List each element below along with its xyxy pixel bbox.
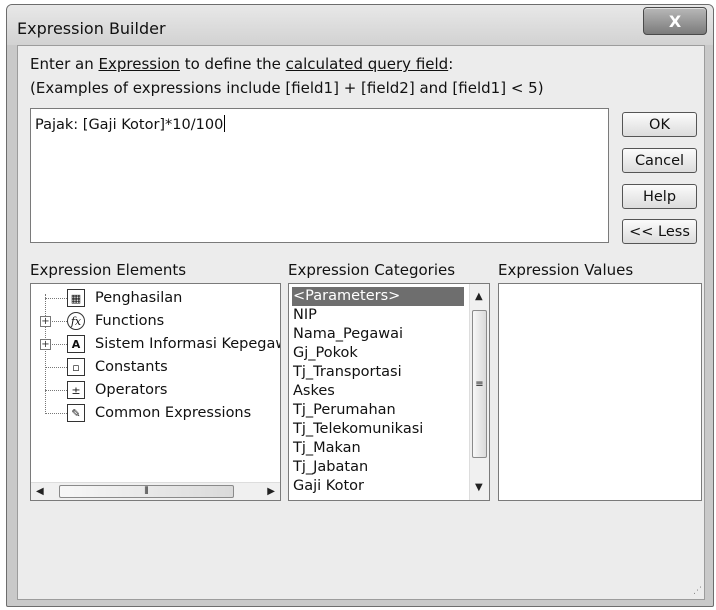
help-button[interactable]: Help (622, 184, 697, 209)
category-item[interactable]: Askes (292, 382, 335, 401)
query-icon: ▦ (67, 289, 85, 307)
expression-builder-window: Expression Builder X Enter an Expression… (6, 4, 714, 607)
tree-item-database[interactable]: + A Sistem Informasi Kepegaw (31, 333, 281, 355)
scroll-right-icon[interactable]: ▶ (267, 486, 275, 497)
category-item[interactable]: Tj_Perumahan (292, 401, 396, 420)
text-caret (224, 115, 226, 132)
tree-item-constants[interactable]: ▫ Constants (31, 356, 271, 378)
close-button[interactable]: X (643, 7, 707, 35)
expression-categories-label: Expression Categories (288, 261, 456, 279)
tree-connector (52, 344, 67, 345)
operators-icon: ± (67, 381, 85, 399)
tree-connector (45, 298, 67, 299)
scroll-down-icon[interactable]: ▼ (475, 482, 483, 493)
common-expressions-icon: ✎ (67, 404, 85, 422)
category-item[interactable]: Tj_Transportasi (292, 363, 402, 382)
tree-item-label: Constants (95, 359, 168, 375)
tree-item-common-expressions[interactable]: ✎ Common Expressions (31, 402, 271, 424)
tree-connector (45, 367, 67, 368)
tree-item-label: Operators (95, 382, 168, 398)
category-item[interactable]: Tj_Makan (292, 439, 361, 458)
tree-connector (52, 321, 67, 322)
expand-icon[interactable]: + (40, 339, 51, 350)
dialog-body: Enter an Expression to define the calcul… (17, 45, 705, 600)
less-button[interactable]: << Less (622, 219, 697, 244)
expression-categories-list[interactable]: <Parameters> NIP Nama_Pegawai Gj_Pokok Tj_Tr… (288, 283, 490, 501)
instruction-line-1: Enter an Expression to define the calcul… (30, 55, 453, 73)
expression-elements-label: Expression Elements (30, 261, 187, 279)
expression-values-label: Expression Values (498, 261, 634, 279)
cancel-button[interactable]: Cancel (622, 148, 697, 173)
category-item[interactable]: Tj_Jabatan (292, 458, 368, 477)
scroll-thumb[interactable]: ≡ (472, 310, 487, 458)
tree-item-operators[interactable]: ± Operators (31, 379, 271, 401)
instruction-line-2: (Examples of expressions include [field1… (30, 79, 544, 97)
expression-link[interactable]: Expression (99, 55, 180, 73)
title-bar[interactable]: Expression Builder X (7, 5, 713, 45)
instruction-text: : (448, 55, 454, 73)
ok-button[interactable]: OK (622, 112, 697, 137)
window-title: Expression Builder (17, 19, 166, 38)
close-icon: X (668, 11, 682, 31)
category-item[interactable]: NIP (292, 306, 317, 325)
category-item[interactable]: Gj_Pokok (292, 344, 358, 363)
scroll-thumb[interactable]: ⦀ (59, 485, 234, 498)
function-icon: fx (67, 312, 85, 330)
calculated-field-link[interactable]: calculated query field (286, 55, 449, 73)
tree-connector (45, 413, 67, 414)
category-item[interactable]: <Parameters> (292, 287, 464, 306)
tree-item-label: Penghasilan (95, 290, 183, 306)
instruction-text: to define the (179, 55, 286, 73)
database-icon: A (67, 335, 85, 353)
expression-input[interactable]: Pajak: [Gaji Kotor]*10/100 (30, 108, 609, 243)
vertical-scrollbar[interactable]: ▲ ≡ ▼ (469, 284, 489, 500)
tree-item-penghasilan[interactable]: ▦ Penghasilan (31, 287, 271, 309)
tree-item-label: Functions (95, 313, 165, 329)
category-item[interactable]: Nama_Pegawai (292, 325, 403, 344)
tree-item-label: Sistem Informasi Kepegaw (95, 336, 281, 352)
expression-text: Pajak: [Gaji Kotor]*10/100 (35, 117, 224, 133)
instruction-text: Enter an (30, 55, 99, 73)
tree-item-functions[interactable]: + fx Functions (31, 310, 271, 332)
expression-values-list[interactable] (498, 283, 702, 501)
expand-icon[interactable]: + (40, 316, 51, 327)
tree-item-label: Common Expressions (95, 405, 252, 421)
scroll-left-icon[interactable]: ◀ (36, 486, 44, 497)
scroll-up-icon[interactable]: ▲ (475, 291, 483, 302)
constants-icon: ▫ (67, 358, 85, 376)
tree-connector (45, 390, 67, 391)
resize-grip-icon[interactable]: ⋰ (693, 586, 702, 596)
expression-elements-tree[interactable]: ▦ Penghasilan + fx Functions + A Sistem … (30, 283, 281, 501)
category-item[interactable]: Tj_Telekomunikasi (292, 420, 423, 439)
horizontal-scrollbar[interactable]: ◀ ⦀ ▶ (31, 482, 280, 500)
category-item[interactable]: Gaji Kotor (292, 477, 364, 496)
